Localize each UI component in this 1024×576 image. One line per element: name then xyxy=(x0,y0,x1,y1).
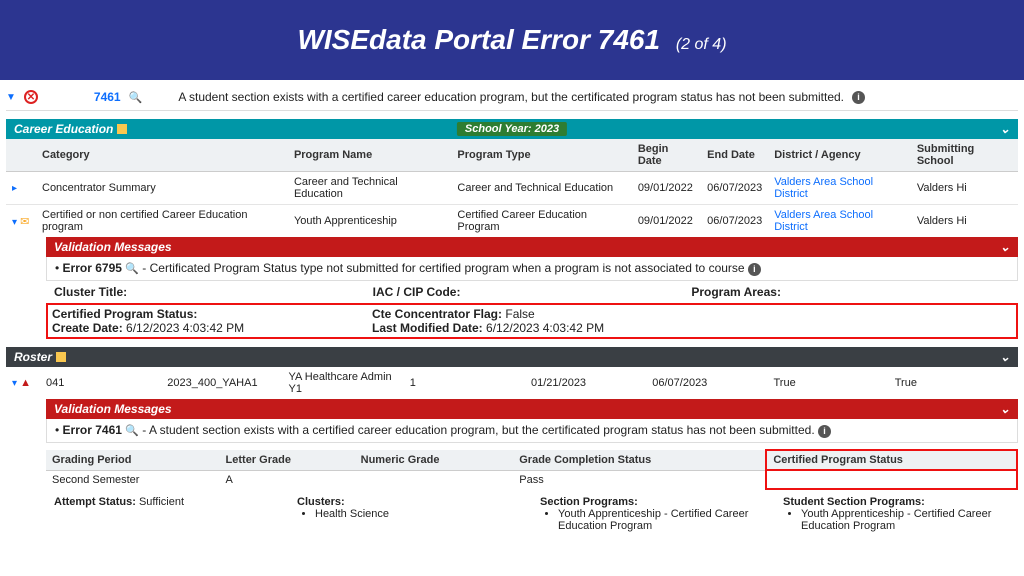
expand-icon[interactable]: ▼ xyxy=(6,92,16,103)
chevron-down-icon: ⌄ xyxy=(1000,240,1010,254)
page-title: WISEdata Portal Error 7461 (2 of 4) xyxy=(297,24,726,56)
district-link[interactable]: Valders Area School District xyxy=(768,172,911,205)
title-banner: WISEdata Portal Error 7461 (2 of 4) xyxy=(0,0,1024,80)
validation-messages-header[interactable]: Validation Messages⌄ xyxy=(46,399,1018,419)
search-icon[interactable]: 🔍 xyxy=(125,425,139,437)
highlighted-column: Certified Program Status xyxy=(766,450,1017,470)
chevron-down-icon[interactable]: ⌄ xyxy=(1000,350,1010,364)
chevron-down-icon[interactable]: ⌄ xyxy=(1000,122,1010,136)
warning-icon xyxy=(117,124,127,134)
warning-icon xyxy=(56,352,66,362)
error-description: A student section exists with a certifie… xyxy=(178,90,844,104)
roster-header[interactable]: Roster ⌄ xyxy=(6,347,1018,367)
info-icon[interactable]: i xyxy=(852,91,865,104)
info-icon[interactable]: i xyxy=(818,425,831,438)
validation-message: • Error 7461 🔍 - A student section exist… xyxy=(46,419,1018,443)
program-details: Attempt Status: Sufficient Clusters:Heal… xyxy=(46,490,1018,538)
grades-table: Grading Period Letter Grade Numeric Grad… xyxy=(46,449,1018,490)
table-row[interactable]: ▸ Concentrator Summary Career and Techni… xyxy=(6,172,1018,205)
top-error-bar: ▼ ✕ 7461 🔍 A student section exists with… xyxy=(6,84,1018,111)
roster-panel: Roster ⌄ ▾ ▲ 041 2023_400_YAHA1 YA Healt… xyxy=(6,347,1018,538)
table-row: Second Semester A Pass xyxy=(46,470,1017,489)
search-icon[interactable]: 🔍 xyxy=(129,91,143,104)
roster-row[interactable]: ▾ ▲ 041 2023_400_YAHA1 YA Healthcare Adm… xyxy=(6,367,1018,399)
table-row[interactable]: ▾ ✉ Certified or non certified Career Ed… xyxy=(6,205,1018,238)
error-icon: ✕ xyxy=(24,90,38,104)
search-icon[interactable]: 🔍 xyxy=(125,263,139,275)
alert-icon: ▲ xyxy=(20,377,31,389)
error-code-link[interactable]: 7461 xyxy=(94,90,121,104)
expand-icon[interactable]: ▾ xyxy=(12,217,17,228)
school-year-badge: School Year: 2023 xyxy=(457,122,567,136)
career-education-table: Category Program Name Program Type Begin… xyxy=(6,139,1018,237)
district-link[interactable]: Valders Area School District xyxy=(768,205,911,238)
career-education-panel: Career Education School Year: 2023 ⌄ Cat… xyxy=(6,119,1018,339)
validation-message: • Error 6795 🔍 - Certificated Program St… xyxy=(46,257,1018,281)
career-education-header[interactable]: Career Education School Year: 2023 ⌄ xyxy=(6,119,1018,139)
highlighted-fields: Certified Program Status: Create Date: 6… xyxy=(46,303,1018,339)
envelope-icon: ✉ xyxy=(20,216,29,228)
info-icon[interactable]: i xyxy=(748,263,761,276)
validation-messages-header[interactable]: Validation Messages⌄ xyxy=(46,237,1018,257)
expand-icon[interactable]: ▾ xyxy=(12,378,17,389)
chevron-down-icon: ⌄ xyxy=(1000,402,1010,416)
expand-icon[interactable]: ▸ xyxy=(12,183,17,194)
